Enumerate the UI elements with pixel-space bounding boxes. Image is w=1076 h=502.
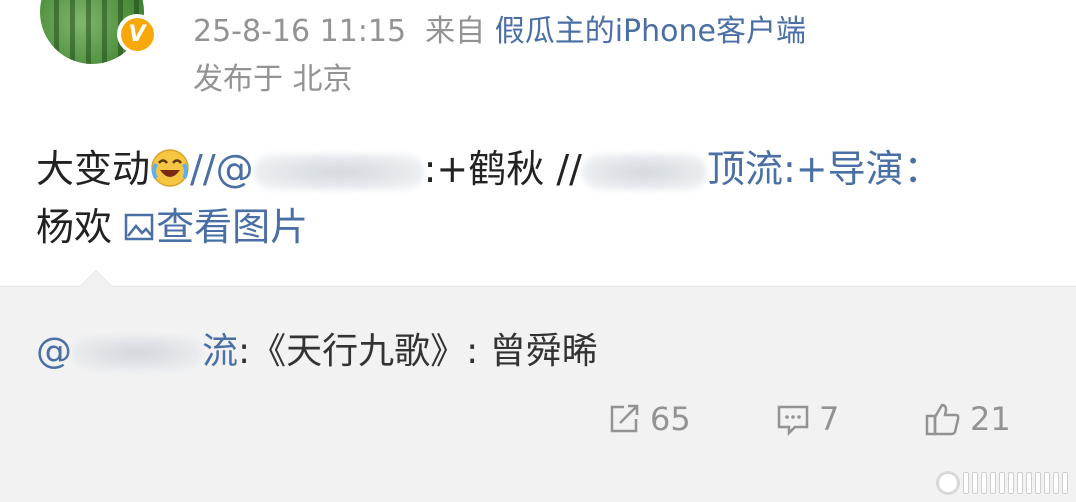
comment-button[interactable]: 7 — [775, 400, 839, 438]
source-device-link[interactable]: 假瓜主的iPhone客户端 — [495, 14, 806, 49]
source-prefix: 来自 — [425, 14, 486, 49]
repost-caret — [79, 270, 113, 287]
like-button[interactable]: 21 — [924, 400, 1011, 438]
repost-body: :《天行九歌》: 曾舜晞 — [238, 331, 598, 372]
weibo-post: V 25-8-16 11:15 来自 假瓜主的iPhone客户端 发布于 北京 … — [0, 0, 1076, 286]
post-meta: 25-8-16 11:15 来自 假瓜主的iPhone客户端 — [193, 10, 806, 54]
content-text-2: :+鹤秋 // — [423, 147, 582, 191]
repost-text: @ 流:《天行九歌》: 曾舜晞 — [36, 326, 598, 378]
watermark-logo — [936, 471, 1068, 495]
action-bar: 65 7 21 — [0, 400, 1076, 450]
image-icon — [124, 213, 154, 241]
view-image-link[interactable]: 查看图片 — [124, 205, 308, 249]
share-button[interactable]: 65 — [606, 400, 691, 438]
share-icon — [610, 404, 639, 433]
mention-link-2[interactable]: 顶流:+导演： — [707, 147, 942, 191]
thumbs-up-icon — [925, 403, 960, 436]
post-location: 发布于 北京 — [193, 62, 353, 97]
comment-count: 7 — [819, 400, 840, 438]
content-text-1: 大变动 — [36, 147, 151, 191]
like-count: 21 — [970, 400, 1011, 438]
share-count: 65 — [650, 400, 691, 438]
mention-link-1[interactable]: //@ — [190, 147, 424, 191]
laughing-crying-emoji-icon — [150, 146, 190, 187]
post-timestamp: 25-8-16 11:15 — [193, 14, 407, 49]
content-text-3: 杨欢 — [36, 205, 113, 249]
repost-mention-link[interactable]: @ 流 — [36, 331, 238, 372]
comment-icon — [777, 405, 809, 437]
post-content: 大变动 //@:+鹤秋 // 顶流:+导演： 杨欢 查看图片 — [36, 140, 1046, 256]
verified-badge-icon: V — [117, 14, 157, 54]
repost-block[interactable] — [0, 286, 1076, 502]
